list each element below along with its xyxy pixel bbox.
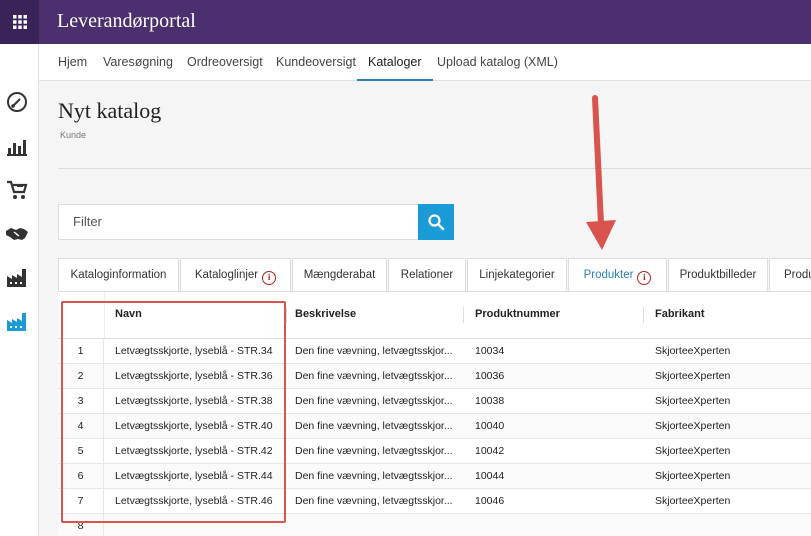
row-number: 5 (58, 439, 104, 464)
cell-produktnummer: 10046 (475, 495, 505, 507)
column-separator (286, 307, 287, 323)
tab-kataloginformation[interactable]: Kataloginformation (58, 258, 179, 291)
cell-beskrivelse: Den fine vævning, letvægtsskjor... (295, 495, 453, 507)
row-number: 6 (58, 464, 104, 489)
tab-produ[interactable]: Produ (769, 258, 811, 291)
tab-label: Produkter (583, 269, 634, 281)
row-number: 1 (58, 339, 104, 364)
factory-icon[interactable] (5, 266, 29, 290)
handshake-icon[interactable] (5, 222, 29, 246)
dashboard-icon[interactable] (5, 90, 29, 114)
cell-navn: Letvægtsskjorte, lyseblå - STR.38 (115, 395, 273, 407)
cell-fabrikant: SkjorteeXperten (655, 470, 731, 482)
cell-produktnummer: 10038 (475, 395, 505, 407)
cell-fabrikant: SkjorteeXperten (655, 395, 731, 407)
cell-beskrivelse: Den fine vævning, letvægtsskjor... (295, 370, 453, 382)
cell-produktnummer: 10044 (475, 470, 505, 482)
cell-navn: Letvægtsskjorte, lyseblå - STR.42 (115, 445, 273, 457)
tab-label: Kataloginformation (70, 269, 167, 281)
cell-navn: Letvægtsskjorte, lyseblå - STR.46 (115, 495, 273, 507)
tab-label: Relationer (400, 269, 454, 281)
nav-item-upload-katalog[interactable]: Upload katalog (XML) (437, 44, 558, 81)
info-icon: i (262, 271, 277, 285)
nav-item-varesogning[interactable]: Varesøgning (103, 44, 173, 81)
cell-navn: Letvægtsskjorte, lyseblå - STR.40 (115, 420, 273, 432)
column-header-produktnummer[interactable]: Produktnummer (475, 292, 560, 339)
search-icon (428, 214, 445, 231)
info-icon: i (637, 271, 652, 285)
column-separator (643, 307, 644, 323)
table-row[interactable]: 1 Letvægtsskjorte, lyseblå - STR.34 Den fi… (58, 339, 811, 364)
products-grid: Navn Beskrivelse Produktnummer Fabrikant… (58, 291, 811, 536)
row-number: 2 (58, 364, 104, 389)
cell-navn: Letvægtsskjorte, lyseblå - STR.36 (115, 370, 273, 382)
table-row[interactable]: 3 Letvægtsskjorte, lyseblå - STR.38 Den fi… (58, 389, 811, 414)
nav-item-hjem[interactable]: Hjem (58, 44, 87, 81)
app-title: Leverandørportal (57, 10, 196, 32)
cart-icon[interactable] (5, 178, 29, 202)
cell-navn: Letvægtsskjorte, lyseblå - STR.34 (115, 345, 273, 357)
cell-beskrivelse (295, 514, 467, 536)
tab-maengderabat[interactable]: Mængderabat (292, 258, 387, 291)
factory-active-icon[interactable] (5, 310, 29, 334)
page-title: Nyt katalog (58, 98, 162, 123)
tab-label: Produktbilleder (679, 269, 757, 281)
sidebar (0, 44, 39, 536)
cell-beskrivelse: Den fine vævning, letvægtsskjor... (295, 445, 453, 457)
row-number: 8 (58, 514, 104, 536)
column-header-navn[interactable]: Navn (115, 292, 142, 339)
row-number: 7 (58, 489, 104, 514)
cell-fabrikant: SkjorteeXperten (655, 495, 731, 507)
cell-fabrikant: SkjorteeXperten (655, 345, 731, 357)
cell-fabrikant (655, 514, 811, 536)
cell-fabrikant: SkjorteeXperten (655, 420, 731, 432)
cell-beskrivelse: Den fine vævning, letvægtsskjor... (295, 345, 453, 357)
index-column-divider (104, 292, 105, 339)
cell-produktnummer: 10034 (475, 345, 505, 357)
top-bar: Leverandørportal (0, 0, 811, 44)
table-row[interactable]: 5 Letvægtsskjorte, lyseblå - STR.42 Den fi… (58, 439, 811, 464)
app-grid-icon[interactable] (0, 0, 39, 44)
tab-produkter[interactable]: Produkter i (568, 258, 667, 292)
cell-navn: Letvægtsskjorte, lyseblå - STR.44 (115, 470, 273, 482)
column-header-fabrikant[interactable]: Fabrikant (655, 292, 705, 339)
bar-chart-icon[interactable] (5, 134, 29, 158)
nav-item-kataloger[interactable]: Kataloger (357, 44, 433, 81)
table-row[interactable]: 6 Letvægtsskjorte, lyseblå - STR.44 Den fi… (58, 464, 811, 489)
cell-produktnummer (475, 514, 647, 536)
tab-label: Linjekategorier (479, 269, 555, 281)
main-nav: Hjem Varesøgning Ordreoversigt Kundeover… (39, 44, 811, 81)
divider (58, 168, 811, 169)
page-subtitle: Kunde (60, 130, 87, 140)
cell-beskrivelse: Den fine vævning, letvægtsskjor... (295, 470, 453, 482)
tab-produktbilleder[interactable]: Produktbilleder (668, 258, 768, 291)
nav-item-kundeoversigt[interactable]: Kundeoversigt (276, 44, 356, 81)
table-row[interactable]: 8 (58, 514, 811, 536)
column-header-beskrivelse[interactable]: Beskrivelse (295, 292, 356, 339)
tab-kataloglinjer[interactable]: Katalog­linjer i (180, 258, 291, 291)
cell-produktnummer: 10036 (475, 370, 505, 382)
column-separator (463, 307, 464, 323)
filter-input[interactable]: Filter (58, 204, 418, 240)
table-row[interactable]: 2 Letvægtsskjorte, lyseblå - STR.36 Den fi… (58, 364, 811, 389)
row-number: 3 (58, 389, 104, 414)
tab-label: Katalog­linjer (194, 269, 259, 281)
cell-beskrivelse: Den fine vævning, letvægtsskjor... (295, 420, 453, 432)
tab-label: Produ (784, 269, 811, 281)
cell-fabrikant: SkjorteeXperten (655, 445, 731, 457)
cell-produktnummer: 10042 (475, 445, 505, 457)
nav-item-ordreoversigt[interactable]: Ordreoversigt (187, 44, 263, 81)
tab-linjekategorier[interactable]: Linjekategorier (467, 258, 567, 291)
cell-navn (115, 514, 287, 536)
tab-relationer[interactable]: Relationer (388, 258, 466, 291)
tab-label: Mængderabat (303, 269, 376, 281)
row-number: 4 (58, 414, 104, 439)
table-row[interactable]: 7 Letvægtsskjorte, lyseblå - STR.46 Den fi… (58, 489, 811, 514)
search-button[interactable] (418, 204, 454, 240)
table-row[interactable]: 4 Letvægtsskjorte, lyseblå - STR.40 Den fi… (58, 414, 811, 439)
cell-beskrivelse: Den fine vævning, letvægtsskjor... (295, 395, 453, 407)
cell-produktnummer: 10040 (475, 420, 505, 432)
cell-fabrikant: SkjorteeXperten (655, 370, 731, 382)
